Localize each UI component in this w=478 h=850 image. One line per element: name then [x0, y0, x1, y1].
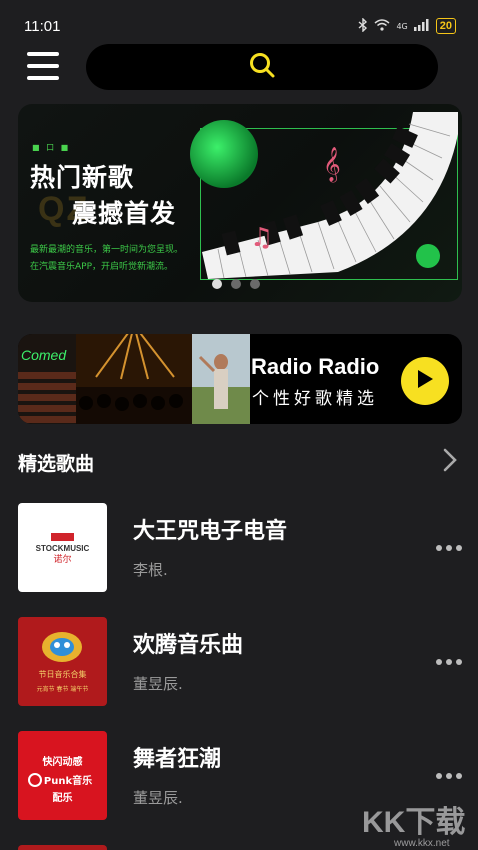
svg-text:𝄞: 𝄞	[323, 147, 341, 183]
radio-title: Radio Radio	[251, 354, 380, 379]
radio-image-portrait	[192, 334, 250, 424]
menu-icon-line	[27, 64, 59, 68]
song-item[interactable]: 节日音乐合集 元宵节 春节 端午节 欢腾音乐曲 董昱辰.	[18, 617, 462, 709]
menu-icon-line	[27, 52, 59, 56]
more-dot	[436, 659, 442, 665]
svg-text:快闪动感: 快闪动感	[42, 755, 83, 768]
svg-text:STOCKMUSIC: STOCKMUSIC	[36, 544, 90, 553]
more-options-button[interactable]	[432, 541, 466, 555]
network-label: 4G	[396, 21, 408, 31]
more-options-button[interactable]	[432, 769, 466, 783]
more-dot	[456, 659, 462, 665]
watermark-logo: KK下载 www.kkx.net	[362, 806, 465, 849]
song-artist: 李根.	[133, 561, 168, 579]
svg-text:节日音乐合集: 节日音乐合集	[39, 669, 87, 679]
carousel-dots	[212, 279, 260, 289]
carousel-dot[interactable]	[212, 279, 222, 289]
banner-tag: ■ 口 ■	[32, 143, 71, 152]
song-title: 大王咒电子电音	[133, 519, 288, 544]
menu-button[interactable]	[27, 52, 59, 80]
section-header: 精选歌曲	[18, 446, 458, 478]
song-title: 欢腾音乐曲	[133, 633, 244, 658]
radio-image-concert	[76, 334, 192, 424]
radio-subtitle: 个性好歌精选	[252, 389, 378, 409]
song-cover: 快闪动感 Punk音乐 配乐	[18, 731, 107, 820]
status-time: 11:01	[24, 17, 61, 35]
svg-text:配乐: 配乐	[53, 791, 73, 804]
stockmusic-logo: STOCKMUSIC 诺尔	[36, 533, 90, 565]
song-cover: STOCKMUSIC 诺尔	[18, 503, 107, 592]
signal-icon	[413, 18, 430, 34]
svg-text:诺尔: 诺尔	[53, 553, 71, 565]
chevron-right-icon[interactable]	[442, 447, 458, 477]
battery-icon: 20	[435, 18, 456, 34]
more-dot	[456, 545, 462, 551]
carousel-dot[interactable]	[231, 279, 241, 289]
radio-image-comedy: Comed	[18, 334, 76, 424]
festival-cover-art: 节日音乐合集 元宵节 春节 端午节	[37, 632, 89, 693]
more-dot	[456, 773, 462, 779]
radio-card[interactable]: Comed Radio Radio 个性好歌精选	[18, 334, 462, 424]
song-item[interactable]: STOCKMUSIC 诺尔 大王咒电子电音 李根.	[18, 503, 462, 595]
section-title: 精选歌曲	[18, 452, 95, 475]
banner-carousel[interactable]: 𝄞 ♫ ■ 口 ■ 热门新歌 QZ 震撼首发 最新最潮的音乐，第一时间为您呈现。…	[18, 104, 462, 302]
song-artist: 董昱辰.	[133, 675, 183, 693]
status-icons: 4G 20	[358, 16, 456, 35]
more-dot	[436, 773, 442, 779]
more-options-button[interactable]	[432, 655, 466, 669]
more-dot	[446, 773, 452, 779]
svg-text:♫: ♫	[250, 223, 273, 253]
more-dot	[446, 545, 452, 551]
song-artist: 董昱辰.	[133, 789, 183, 807]
banner-description: 最新最潮的音乐，第一时间为您呈现。 在汽震音乐APP，开启听觉新潮流。	[30, 245, 184, 272]
song-title: 舞者狂潮	[133, 747, 222, 772]
search-icon	[248, 51, 276, 83]
banner-title: 热门新歌	[30, 163, 135, 192]
svg-text:KK下载: KK下载	[362, 806, 465, 839]
more-dot	[436, 545, 442, 551]
svg-text:Punk音乐: Punk音乐	[44, 774, 92, 787]
play-button[interactable]	[401, 357, 449, 405]
wifi-icon	[374, 18, 390, 34]
banner-subtitle: 震撼首发	[72, 199, 177, 228]
search-bar[interactable]	[86, 44, 438, 90]
svg-text:元宵节 春节 端午节: 元宵节 春节 端午节	[37, 685, 89, 693]
song-cover: 节日音乐合集 元宵节 春节 端午节	[18, 617, 107, 706]
more-dot	[446, 659, 452, 665]
menu-icon-line	[27, 76, 59, 80]
carousel-dot[interactable]	[250, 279, 260, 289]
bluetooth-icon	[358, 16, 368, 35]
song-cover-partial	[18, 845, 107, 850]
punk-cover-art: 快闪动感 Punk音乐 配乐	[28, 755, 92, 804]
play-icon	[415, 368, 435, 394]
svg-text:Comed: Comed	[21, 347, 67, 363]
svg-text:www.kkx.net: www.kkx.net	[393, 838, 450, 849]
